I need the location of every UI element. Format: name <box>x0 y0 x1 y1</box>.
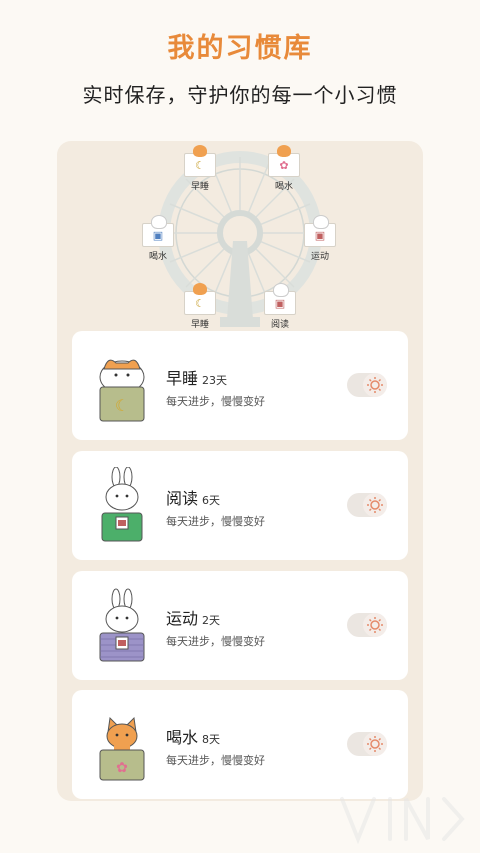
habit-description: 每天进步，慢慢变好 <box>166 635 265 648</box>
wheel-cabin: ▣ 运动 <box>303 215 337 262</box>
habit-card[interactable]: ✿ 喝水 8天 每天进步，慢慢变好 <box>72 690 408 799</box>
sun-icon <box>363 732 387 756</box>
habit-name: 喝水 8天 <box>166 728 221 747</box>
habit-name: 阅读 6天 <box>166 489 221 508</box>
habit-days: 23天 <box>202 374 228 387</box>
cat-icon: ☾ <box>99 359 145 422</box>
watermark-logo <box>340 797 465 845</box>
cat-icon <box>193 145 207 157</box>
habit-name: 运动 2天 <box>166 609 221 628</box>
page-title: 我的习惯库 <box>167 33 313 64</box>
rabbit-icon <box>313 215 329 229</box>
cat-icon <box>193 283 207 295</box>
rabbit-icon <box>99 588 145 662</box>
moon-icon: ☾ <box>195 158 205 172</box>
habit-library-screen: 我的习惯库 实时保存，守护你的每一个小习惯 ☾ 早睡 ✿ 喝水 ▣ 运动 ▣ 阅… <box>0 0 480 853</box>
page-subtitle: 实时保存，守护你的每一个小习惯 <box>82 83 398 107</box>
badge-icon: ▣ <box>274 296 286 310</box>
moon-icon: ☾ <box>115 396 129 415</box>
badge-icon: ▣ <box>152 228 164 242</box>
sun-icon <box>363 613 387 637</box>
moon-icon: ☾ <box>195 296 205 310</box>
habit-toggle[interactable] <box>347 493 387 517</box>
habit-card[interactable]: ☾ 早睡 23天 每天进步，慢慢变好 <box>72 331 408 440</box>
habit-toggle[interactable] <box>347 373 387 397</box>
wheel-cabin: ☾ 早睡 <box>183 145 217 192</box>
habit-description: 每天进步，慢慢变好 <box>166 395 265 408</box>
habit-description: 每天进步，慢慢变好 <box>166 754 265 767</box>
habit-toggle[interactable] <box>347 732 387 756</box>
ferris-wheel: ☾ 早睡 ✿ 喝水 ▣ 运动 ▣ 阅读 ☾ 早睡 ▣ 喝水 <box>57 141 423 331</box>
rabbit-icon <box>101 467 143 542</box>
habit-card[interactable]: 运动 2天 每天进步，慢慢变好 <box>72 571 408 680</box>
wheel-cabin: ▣ 喝水 <box>141 215 175 262</box>
rabbit-icon <box>151 215 167 229</box>
cat-icon <box>277 145 291 157</box>
sun-icon <box>363 493 387 517</box>
wheel-cabin: ✿ 喝水 <box>267 145 301 192</box>
rabbit-icon <box>273 283 289 297</box>
flower-icon: ✿ <box>279 158 289 172</box>
badge-icon: ▣ <box>314 228 326 242</box>
sun-icon <box>363 373 387 397</box>
habit-panel: ☾ 早睡 ✿ 喝水 ▣ 运动 ▣ 阅读 ☾ 早睡 ▣ 喝水 ☾ 早睡 23天 每… <box>57 141 423 801</box>
ferris-wheel-graphic <box>158 151 322 327</box>
cat-icon: ✿ <box>99 716 145 781</box>
habit-description: 每天进步，慢慢变好 <box>166 515 265 528</box>
habit-days: 6天 <box>202 494 221 507</box>
wheel-cabin: ☾ 早睡 <box>183 283 217 330</box>
wheel-cabin: ▣ 阅读 <box>263 283 297 330</box>
flower-icon: ✿ <box>116 760 128 776</box>
habit-name: 早睡 23天 <box>166 369 228 388</box>
habit-days: 2天 <box>202 614 221 627</box>
habit-card[interactable]: 阅读 6天 每天进步，慢慢变好 <box>72 451 408 560</box>
habit-toggle[interactable] <box>347 613 387 637</box>
habit-days: 8天 <box>202 733 221 746</box>
